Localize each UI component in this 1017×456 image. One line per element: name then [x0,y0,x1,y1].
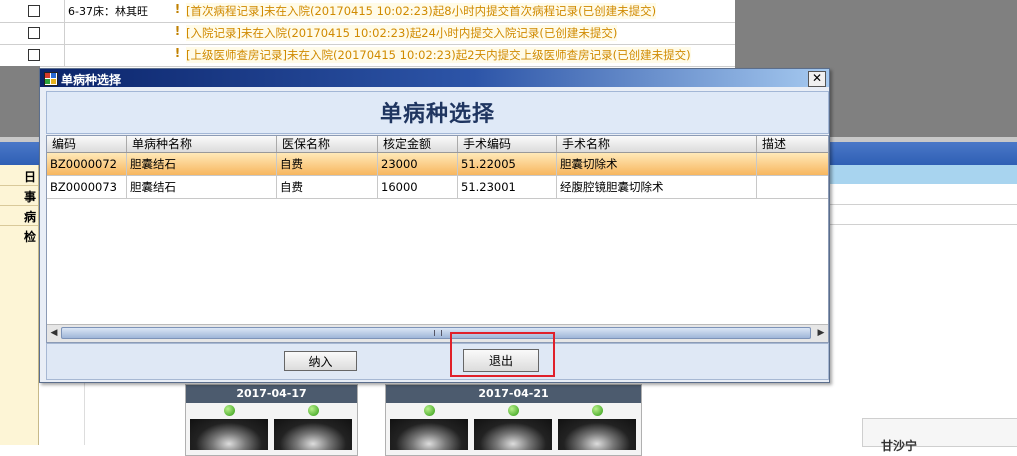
app-icon [44,72,58,86]
warning-icon: ! [174,2,181,16]
close-icon[interactable]: ✕ [808,71,826,87]
table-cell: 23000 [378,153,458,175]
status-dot-icon [224,405,235,416]
table-row[interactable]: BZ0000072 胆囊结石 自费 23000 51.22005 胆囊切除术 [47,153,828,176]
scrollbar-thumb[interactable] [61,327,811,339]
table-cell: BZ0000072 [47,153,127,175]
warning-list: 6-37床：林其旺 ! [首次病程记录]未在入院(20170415 10:02:… [0,0,736,67]
button-bar: 纳入 退出 [46,343,829,380]
panel-date: 2017-04-17 [186,385,357,403]
confirm-button[interactable]: 纳入 [284,351,357,371]
background-gray-area [0,66,40,137]
xray-thumbnail[interactable] [274,405,352,450]
table-cell: 自费 [277,176,378,198]
warning-icon: ! [174,46,181,60]
status-dot-icon [308,405,319,416]
warning-text: [上级医师查房记录]未在入院(20170415 10:02:23)起2天内提交上… [186,47,691,63]
column-header[interactable]: 手术名称 [557,136,757,152]
warning-checkbox[interactable] [28,5,40,17]
status-dot-icon [592,405,603,416]
dialog-titlebar[interactable]: 单病种选择 ✕ [40,69,829,87]
panel-date: 2017-04-21 [386,385,641,403]
status-dot-icon [424,405,435,416]
warning-row[interactable]: 6-37床：林其旺 ! [首次病程记录]未在入院(20170415 10:02:… [0,0,735,23]
sidebar: 日 事 病 检 [0,165,39,445]
sidebar-label[interactable]: 检 [24,228,36,245]
column-header[interactable]: 手术编码 [458,136,557,152]
table-cell: 51.23001 [458,176,557,198]
warning-row[interactable]: ! [上级医师查房记录]未在入院(20170415 10:02:23)起2天内提… [0,44,735,67]
table-cell: 16000 [378,176,458,198]
horizontal-scrollbar[interactable]: ◀ ▶ [47,324,828,342]
column-header[interactable]: 编码 [47,136,127,152]
table-cell: 胆囊结石 [127,176,277,198]
xray-thumbnail[interactable] [558,405,636,450]
disease-selection-dialog: 单病种选择 ✕ 单病种选择 编码 单病种名称 医保名称 核定金额 手术编码 手术… [39,68,830,383]
disease-table[interactable]: 编码 单病种名称 医保名称 核定金额 手术编码 手术名称 描述 BZ000007… [46,135,829,343]
table-cell [757,153,828,175]
table-cell: 自费 [277,153,378,175]
warning-checkbox[interactable] [28,27,40,39]
column-header[interactable]: 医保名称 [277,136,378,152]
side-info-text: 甘沙宁 [881,439,918,453]
sidebar-label[interactable]: 病 [24,208,36,225]
sidebar-label[interactable]: 事 [24,188,36,205]
column-header[interactable]: 核定金额 [378,136,458,152]
page-title: 单病种选择 [379,101,495,127]
xray-thumbnail[interactable] [390,405,468,450]
bed-label: 6-37床：林其旺 [68,5,148,18]
warning-icon: ! [174,24,181,38]
dialog-header: 单病种选择 [46,91,829,134]
table-header: 编码 单病种名称 医保名称 核定金额 手术编码 手术名称 描述 [47,136,828,153]
warning-text: [入院记录]未在入院(20170415 10:02:23)起24小时内提交入院记… [186,25,618,41]
table-row[interactable]: BZ0000073 胆囊结石 自费 16000 51.23001 经腹腔镜胆囊切… [47,176,828,199]
scroll-right-icon[interactable]: ▶ [814,327,828,339]
image-panel[interactable]: 2017-04-17 [185,384,358,456]
table-cell: BZ0000073 [47,176,127,198]
side-info-box: 甘沙宁 [862,418,1017,453]
xray-thumbnail[interactable] [190,405,268,450]
column-header[interactable]: 描述 [757,136,828,152]
xray-thumbnail[interactable] [474,405,552,450]
sidebar-label[interactable]: 日 [24,168,36,185]
warning-text: [首次病程记录]未在入院(20170415 10:02:23)起8小时内提交首次… [186,3,657,19]
table-cell: 经腹腔镜胆囊切除术 [557,176,757,198]
warning-checkbox[interactable] [28,49,40,61]
column-header[interactable]: 单病种名称 [127,136,277,152]
table-cell: 胆囊结石 [127,153,277,175]
scroll-left-icon[interactable]: ◀ [47,327,61,339]
table-cell: 51.22005 [458,153,557,175]
highlight-box [450,332,555,377]
table-cell [757,176,828,198]
table-cell: 胆囊切除术 [557,153,757,175]
warning-row[interactable]: ! [入院记录]未在入院(20170415 10:02:23)起24小时内提交入… [0,22,735,45]
image-panel[interactable]: 2017-04-21 [385,384,642,456]
dialog-title: 单病种选择 [61,73,122,87]
status-dot-icon [508,405,519,416]
